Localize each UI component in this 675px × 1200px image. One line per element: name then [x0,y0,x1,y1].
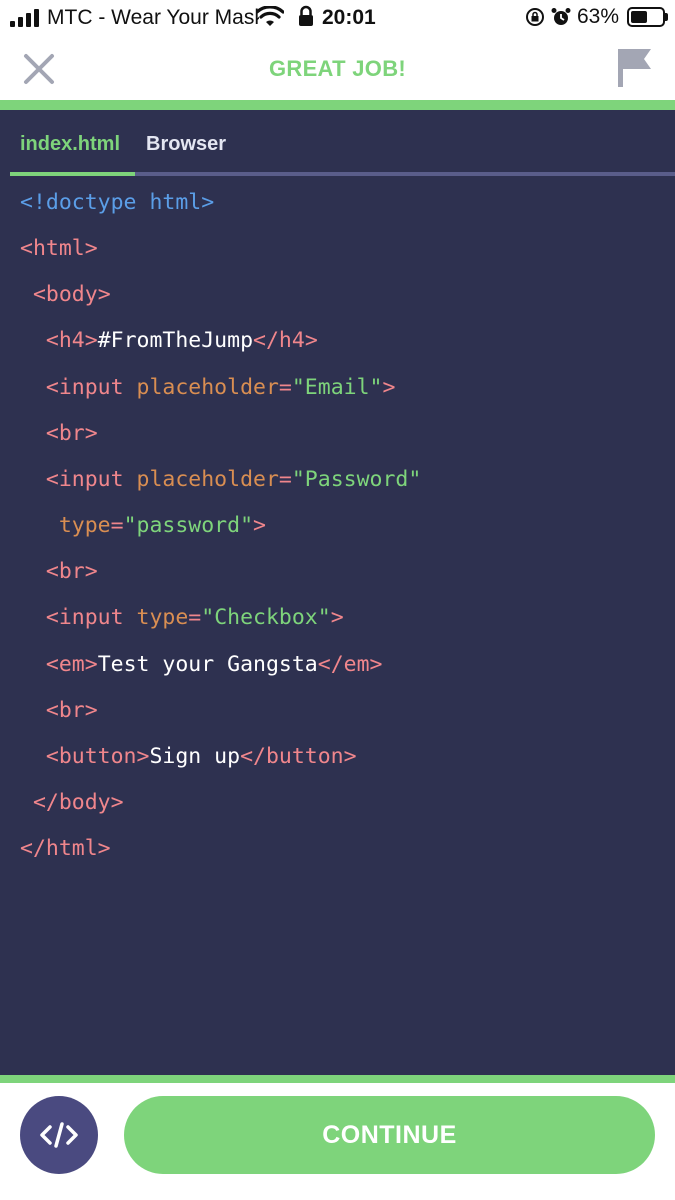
footer: CONTINUE [0,1083,675,1200]
code-line: <input type="Checkbox"> [45,605,344,631]
battery-percentage: 63% [576,5,619,28]
status-bar: MTC - Wear Your Mask 20:01 63% [0,0,675,34]
code-line: type="password"> [58,513,266,539]
code-editor[interactable]: <!doctype html> <html> <body> <h4>#FromTh… [0,178,675,1074]
lock-icon [299,5,313,26]
editor-tabs: index.html Browser [0,110,675,176]
signal-icon [10,9,39,27]
carrier-name: MTC - Wear Your Mask [47,6,259,29]
footer-accent-bar [0,1075,675,1083]
tab-divider [135,172,675,176]
clock: 20:01 [322,6,376,29]
tab-index-html[interactable]: index.html [20,133,120,156]
code-line: <br> [45,420,98,446]
code-line: <h4>#FromTheJump</h4> [45,328,318,354]
code-line: </html> [20,836,111,862]
wifi-icon [256,6,284,26]
code-view-button[interactable] [20,1096,98,1174]
active-tab-indicator [10,172,135,176]
flag-icon[interactable] [615,46,655,88]
code-line: <button>Sign up</button> [45,743,357,769]
code-icon [40,1122,78,1148]
rotation-lock-icon [525,8,544,26]
code-line: <html> [20,236,98,262]
lesson-header: GREAT JOB! [0,34,675,100]
code-line: <input placeholder="Email"> [45,374,396,400]
header-accent-bar [0,100,675,110]
code-line: <body> [32,282,111,308]
code-line: <input placeholder="Password" [45,466,422,492]
battery-level [631,11,647,23]
tab-browser[interactable]: Browser [146,133,226,156]
battery-icon [627,7,668,27]
alarm-icon [551,8,571,25]
code-line: </body> [32,789,124,815]
code-line: <em>Test your Gangsta</em> [45,651,383,677]
continue-button[interactable]: CONTINUE [124,1096,655,1174]
code-line: <br> [45,559,98,585]
code-line: <br> [45,697,98,723]
page-title: GREAT JOB! [268,56,407,81]
code-line: <!doctype html> [20,190,215,215]
